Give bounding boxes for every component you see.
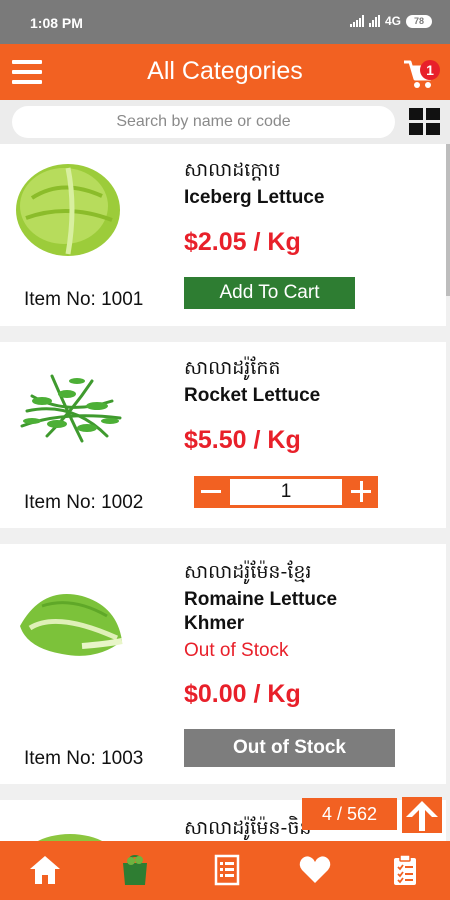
status-time: 1:08 PM	[30, 15, 83, 31]
product-price: $2.05 / Kg	[184, 228, 301, 256]
product-image	[37, 834, 103, 841]
clipboard-check-icon[interactable]	[388, 853, 422, 887]
list-icon[interactable]	[210, 853, 244, 887]
app-bar: All Categories 1	[0, 44, 450, 100]
item-number: Item No: 1001	[24, 289, 144, 310]
page-indicator: 4 / 562	[302, 798, 397, 830]
product-name-khmer: សាលាដរ៉ូកែត	[184, 357, 281, 379]
product-price: $0.00 / Kg	[184, 680, 301, 708]
decrease-quantity-button[interactable]	[194, 476, 228, 508]
quantity-field[interactable]: 1	[230, 479, 342, 505]
product-image	[20, 374, 122, 443]
product-price: $5.50 / Kg	[184, 426, 301, 454]
status-bar: 1:08 PM 4G 78	[0, 0, 450, 44]
item-number: Item No: 1003	[24, 748, 144, 769]
search-bar	[0, 100, 450, 144]
heart-icon[interactable]	[298, 853, 332, 887]
product-name-khmer: សាលាដក្តោប	[184, 159, 281, 181]
product-name: Rocket Lettuce	[184, 385, 321, 406]
stock-status: Out of Stock	[184, 640, 289, 661]
bottom-nav	[0, 841, 450, 900]
battery-icon: 78	[406, 14, 432, 28]
signal-icon-2	[368, 15, 380, 27]
grid-view-icon[interactable]	[409, 108, 441, 136]
increase-quantity-button[interactable]	[344, 476, 378, 508]
product-name: Romaine Lettuce Khmer	[184, 589, 338, 634]
scroll-to-top-icon[interactable]	[402, 797, 442, 833]
product-card[interactable]: សាលាដរ៉ូកែត Rocket Lettuce $5.50 / Kg It…	[0, 342, 446, 528]
quantity-stepper: 1	[194, 476, 378, 508]
search-input[interactable]	[12, 106, 395, 138]
product-image	[20, 594, 123, 656]
product-name-khmer: សាលាដរ៉ូម៉ែន-ចិន	[184, 817, 312, 839]
product-card[interactable]: សាលាដក្តោប Iceberg Lettuce $2.05 / Kg It…	[0, 144, 446, 326]
product-card[interactable]: សាលាដរ៉ូម៉ែន-ខ្មែរ Romaine Lettuce Khmer…	[0, 544, 446, 784]
product-name: Iceberg Lettuce	[184, 187, 325, 208]
signal-icon	[349, 15, 364, 27]
add-to-cart-button[interactable]: Add To Cart	[184, 277, 355, 309]
network-label: 4G	[384, 14, 401, 28]
product-name-khmer: សាលាដរ៉ូម៉ែន-ខ្មែរ	[184, 561, 312, 583]
home-icon[interactable]	[28, 853, 62, 887]
out-of-stock-button: Out of Stock	[184, 729, 395, 767]
page-title: All Categories	[147, 57, 303, 85]
grocery-bag-icon[interactable]	[118, 853, 152, 887]
item-number: Item No: 1002	[24, 492, 144, 513]
scrollbar[interactable]	[446, 144, 450, 296]
cart-badge: 1	[420, 60, 440, 80]
status-icons: 4G 78	[349, 14, 432, 28]
product-image	[16, 164, 120, 256]
